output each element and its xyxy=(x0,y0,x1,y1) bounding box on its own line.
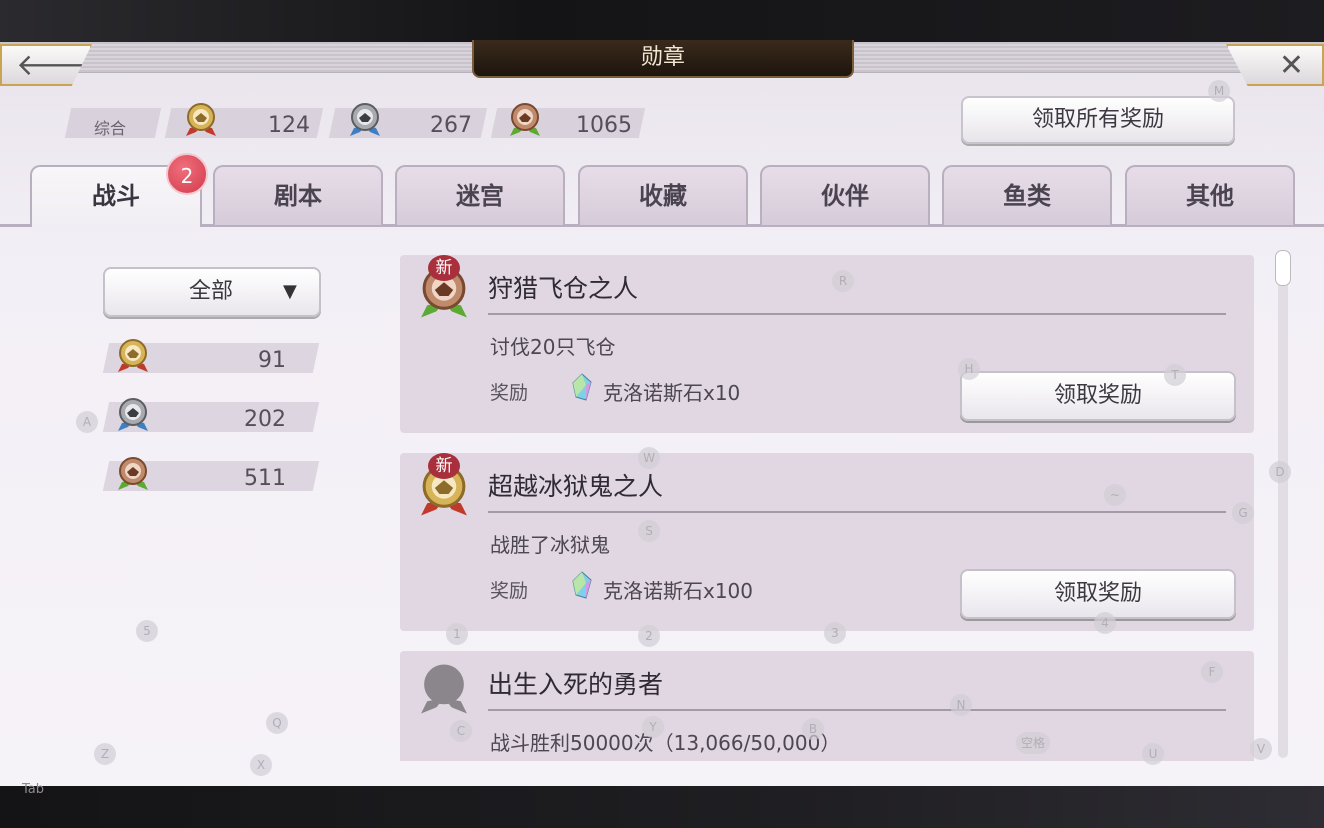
scrollbar-thumb[interactable] xyxy=(1275,250,1291,286)
stat-total-label: 综合 xyxy=(94,119,127,138)
achievement-desc: 讨伐20只飞仓 xyxy=(490,335,616,359)
tab-companion[interactable]: 伙伴 xyxy=(760,165,930,225)
key-hint: Z xyxy=(94,743,116,765)
key-hint: R xyxy=(832,270,854,292)
key-hint: X xyxy=(250,754,272,776)
achievement-card: 出生入死的勇者 战斗胜利50000次（13,066/50,000） xyxy=(400,651,1254,761)
new-tag: 新 xyxy=(428,255,460,281)
divider xyxy=(488,709,1226,711)
tab-fish[interactable]: 鱼类 xyxy=(942,165,1112,225)
tab-script[interactable]: 剧本 xyxy=(213,165,383,225)
notification-badge: 2 xyxy=(166,153,208,195)
top-frame xyxy=(0,0,1324,42)
key-hint: U xyxy=(1142,743,1164,765)
achievement-card: 新 超越冰狱鬼之人 战胜了冰狱鬼 奖励 克洛诺斯石x100 领取奖励 xyxy=(400,453,1254,631)
key-hint: T xyxy=(1164,364,1186,386)
key-hint: M xyxy=(1208,80,1230,102)
key-hint: F xyxy=(1201,661,1223,683)
stat-bronze-count: 1065 xyxy=(576,113,632,138)
key-hint: S xyxy=(638,520,660,542)
key-hint: Q xyxy=(266,712,288,734)
achievement-desc: 战胜了冰狱鬼 xyxy=(490,533,610,557)
tab-maze[interactable]: 迷宫 xyxy=(395,165,565,225)
side-bronze-count: 511 xyxy=(244,466,286,491)
key-hint: 3 xyxy=(824,622,846,644)
chronos-stone-icon xyxy=(572,373,592,401)
filter-selected-label: 全部 xyxy=(189,279,234,304)
tab-key-hint: Tab xyxy=(22,782,45,797)
gold-medal-icon xyxy=(186,103,216,136)
achievement-desc: 战斗胜利50000次（13,066/50,000） xyxy=(490,731,841,755)
key-hint: 2 xyxy=(638,625,660,647)
achievement-list[interactable]: 新 狩猎飞仓之人 讨伐20只飞仓 奖励 克洛诺斯石x10 领取奖励 新 超越冰狱… xyxy=(400,255,1254,761)
key-hint: V xyxy=(1250,738,1272,760)
stat-gold-count: 124 xyxy=(268,113,310,138)
stat-silver-count: 267 xyxy=(430,113,472,138)
key-hint: W xyxy=(638,447,660,469)
key-hint: D xyxy=(1269,461,1291,483)
tab-other[interactable]: 其他 xyxy=(1125,165,1295,225)
close-icon: ✕ xyxy=(1278,48,1304,83)
achievement-card: 新 狩猎飞仓之人 讨伐20只飞仓 奖励 克洛诺斯石x10 领取奖励 xyxy=(400,255,1254,433)
reward-item: 克洛诺斯石x10 xyxy=(603,381,741,405)
chevron-down-icon: ▼ xyxy=(283,281,297,302)
key-hint: ~ xyxy=(1104,484,1126,506)
bronze-medal-icon xyxy=(118,457,148,490)
medal-filter-dropdown[interactable]: 全部 ▼ xyxy=(103,267,321,317)
gold-medal-icon xyxy=(118,339,148,372)
key-hint: 5 xyxy=(136,620,158,642)
achievement-title: 出生入死的勇者 xyxy=(488,670,664,699)
claim-reward-button[interactable]: 领取奖励 xyxy=(960,569,1236,619)
key-hint: 1 xyxy=(446,623,468,645)
key-hint: B xyxy=(802,718,824,740)
scrollbar-track[interactable] xyxy=(1278,250,1288,758)
bronze-medal-icon xyxy=(510,103,540,136)
key-hint: A xyxy=(76,411,98,433)
achievement-title: 狩猎飞仓之人 xyxy=(488,274,639,303)
key-hint: 4 xyxy=(1094,612,1116,634)
achievement-title: 超越冰狱鬼之人 xyxy=(488,472,664,501)
claim-reward-button[interactable]: 领取奖励 xyxy=(960,371,1236,421)
side-silver-count: 202 xyxy=(244,407,286,432)
page-title: 勋章 xyxy=(472,40,854,78)
divider xyxy=(488,511,1226,513)
reward-item: 克洛诺斯石x100 xyxy=(603,579,754,603)
key-hint: C xyxy=(450,720,472,742)
divider xyxy=(488,313,1226,315)
tab-collection[interactable]: 收藏 xyxy=(578,165,748,225)
new-tag: 新 xyxy=(428,453,460,479)
key-hint: Y xyxy=(642,716,664,738)
key-hint: 空格 xyxy=(1016,732,1050,754)
reward-label: 奖励 xyxy=(490,382,529,404)
bottom-frame xyxy=(0,786,1324,828)
silver-medal-icon xyxy=(350,103,380,136)
chronos-stone-icon xyxy=(572,571,592,599)
reward-label: 奖励 xyxy=(490,580,529,602)
side-gold-count: 91 xyxy=(258,348,286,373)
key-hint: N xyxy=(950,694,972,716)
claim-all-rewards-button[interactable]: 领取所有奖励 xyxy=(961,96,1235,144)
locked-medal-icon xyxy=(421,664,467,714)
key-hint: H xyxy=(958,358,980,380)
key-hint: G xyxy=(1232,502,1254,524)
silver-medal-icon xyxy=(118,398,148,431)
